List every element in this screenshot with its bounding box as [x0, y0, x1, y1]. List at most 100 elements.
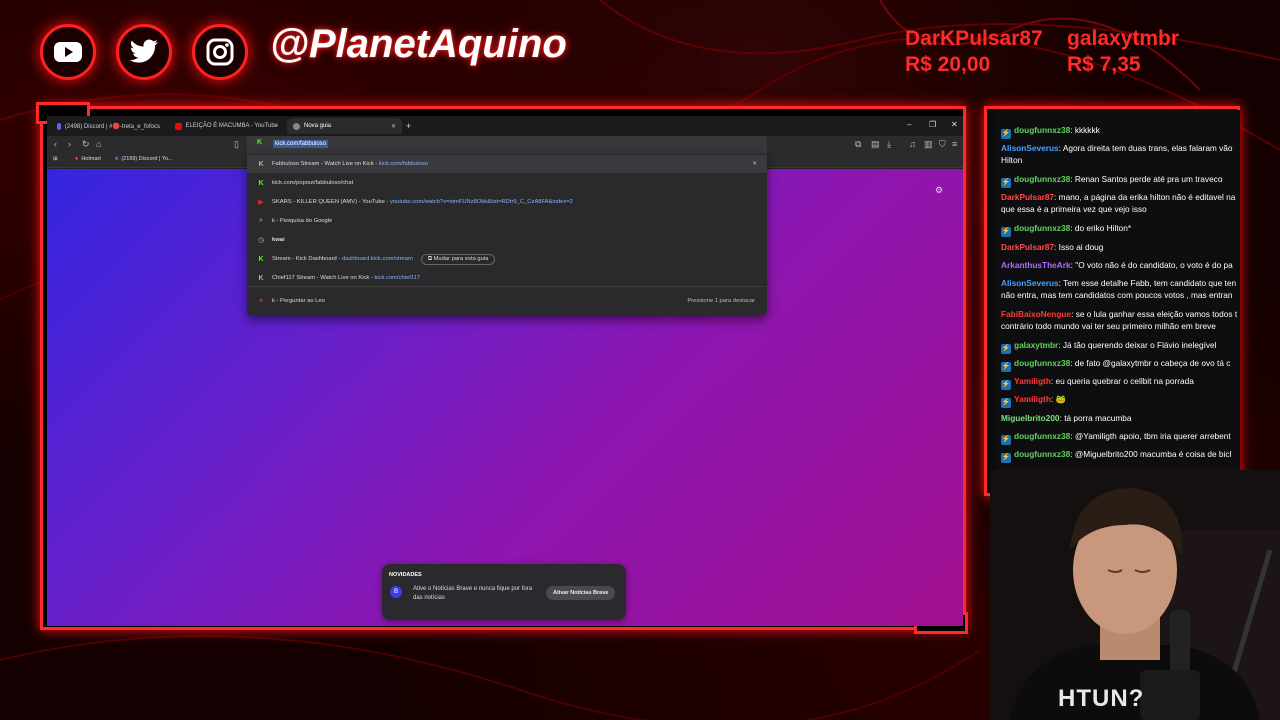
bookmark-discord[interactable]: ■ (2199) Discord | Yo...: [115, 156, 173, 162]
bookmark-label: (2199) Discord | Yo...: [121, 156, 173, 162]
chat-text: contrário todo mundo vai ter seu primeir…: [1001, 321, 1216, 331]
suggestion-url: dashboard.kick.com/stream: [341, 255, 413, 262]
media-icon[interactable]: ♫: [909, 139, 916, 149]
minimize-icon[interactable]: –: [907, 120, 911, 129]
chat-text: mano, a página da erika hilton não é edi…: [1058, 192, 1236, 202]
bookmark-icon[interactable]: ▯: [234, 139, 239, 150]
menu-icon[interactable]: ≡: [952, 139, 957, 149]
tab-discord[interactable]: (2498) Discord | #🔴-treta_e_fofocs: [51, 118, 166, 134]
divider: [247, 286, 767, 287]
enable-news-button[interactable]: Ativar Notícias Brave: [546, 586, 616, 600]
chat-message: DarkPulsar87: mano, a página da erika hi…: [1001, 192, 1236, 214]
chat-username[interactable]: dougfunnxz38: [1014, 125, 1070, 135]
chat-message: ⚡ dougfunnxz38: @Miguelbrito200 macumba é…: [1001, 449, 1232, 463]
settings-gear-icon[interactable]: ⚙: [935, 185, 943, 196]
chat-username[interactable]: Yamiligth: [1014, 376, 1051, 386]
chat-message: AlisonSeverus: Tem esse detalhe Fabb, te…: [1001, 278, 1237, 300]
chat-username[interactable]: FabiBaixoNengue: [1001, 309, 1071, 319]
donor-name: DarKPulsar87: [905, 27, 1043, 50]
kick-icon: K: [258, 255, 264, 263]
chat-text: tá porra macumba: [1064, 413, 1132, 423]
suggestion-item[interactable]: K Fabbuloso Stream - Watch Live on Kick …: [247, 155, 767, 173]
restore-icon[interactable]: ❐: [929, 120, 936, 129]
suggestion-item[interactable]: K Chief117 Stream - Watch Live on Kick -…: [247, 269, 767, 287]
chat-text: se o lula ganhar essa eleição vamos todo…: [1075, 309, 1238, 319]
suggestion-item[interactable]: ▶ SKARS - KILLER QUEEN (AMV) - YouTube -…: [247, 193, 767, 211]
chat-username[interactable]: DarkPulsar87: [1001, 242, 1054, 252]
ask-leo-item[interactable]: ✧ k - Perguntar ao Leo Pressione 1 para …: [247, 292, 767, 310]
close-tab-icon[interactable]: ✕: [391, 123, 396, 130]
brave-news-card: NOVIDADES B Ative o Notícias Brave e nun…: [382, 564, 626, 620]
suggestion-url: youtube.com/watch?v=xtmFUNz8Okk&list=RDt…: [390, 199, 573, 205]
hotmart-icon: ●: [75, 156, 79, 162]
switch-to-tab-button[interactable]: ⧉ Mudar para esta guia: [420, 253, 496, 265]
suggestion-url: kick.com/chief117: [374, 275, 421, 281]
chat-username[interactable]: dougfunnxz38: [1014, 223, 1070, 233]
switch-tab-icon: ⧉: [427, 255, 432, 262]
chat-text: eu queria quebrar o cellbit na porrada: [1055, 376, 1194, 386]
shield-icon[interactable]: ⛉: [939, 139, 946, 150]
chat-username[interactable]: dougfunnxz38: [1014, 358, 1070, 368]
chat-username[interactable]: Miguelbrito200: [1001, 413, 1060, 423]
suggestion-item[interactable]: ⌕ k - Pesquisa do Google: [247, 212, 767, 230]
kick-icon: K: [257, 139, 263, 146]
switch-tab-label: Mudar para esta guia: [433, 255, 489, 262]
new-tab-button[interactable]: +: [403, 118, 417, 134]
forward-icon[interactable]: ›: [68, 139, 71, 149]
chat-panel: ⚡ dougfunnxz38: kkkkkk AlisonSeverus: Ago…: [996, 110, 1240, 494]
leo-icon: ✧: [258, 298, 264, 305]
suggestion-item[interactable]: ◷ kwai: [247, 231, 767, 249]
bookmark-hotmart[interactable]: ● Hotmart: [75, 156, 101, 162]
kick-icon: K: [258, 160, 264, 168]
chat-text: "O voto não é do candidato, o voto é do …: [1075, 260, 1233, 270]
extensions-icon[interactable]: ⧉: [855, 139, 861, 150]
kick-icon: K: [258, 274, 264, 282]
chat-username[interactable]: AlisonSeverus: [1001, 143, 1059, 153]
chat-username[interactable]: DarkPulsar87: [1001, 192, 1054, 202]
tab-youtube[interactable]: ELEIÇÃO É MACUMBA - YouTube: [169, 118, 284, 134]
brave-icon: [293, 122, 300, 130]
frog-emote-icon: 🐸: [1055, 394, 1066, 404]
reload-icon[interactable]: ↻: [82, 139, 90, 150]
chat-text: Agora direita tem duas trans, elas falar…: [1062, 143, 1233, 153]
close-window-icon[interactable]: ✕: [951, 120, 958, 129]
sidebar-icon[interactable]: ▥: [924, 139, 933, 150]
tab-new[interactable]: Nova guia ✕: [287, 118, 402, 134]
download-icon[interactable]: ⤓: [887, 139, 891, 150]
chat-username[interactable]: AlisonSeverus: [1001, 278, 1059, 288]
chat-badge-icon: ⚡: [1001, 344, 1011, 354]
chat-username[interactable]: dougfunnxz38: [1014, 449, 1070, 459]
remove-suggestion-icon[interactable]: ✕: [752, 161, 757, 167]
chat-username[interactable]: dougfunnxz38: [1014, 174, 1070, 184]
chat-message: ⚡ dougfunnxz38: do eriko Hilton*: [1001, 223, 1132, 237]
ask-leo-label: k - Perguntar ao Leo: [272, 298, 325, 304]
suggestion-url: kick.com/fabbuloso: [378, 161, 429, 167]
chat-username[interactable]: Yamiligth: [1014, 394, 1051, 404]
address-text[interactable]: kick.com/fabbuloso: [273, 140, 329, 148]
chat-username[interactable]: dougfunnxz38: [1014, 431, 1070, 441]
suggestion-title: Fabbuloso Stream - Watch Live on Kick: [272, 161, 374, 167]
shirt-print: HTUN?: [1058, 685, 1145, 712]
history-icon: ◷: [257, 237, 265, 244]
youtube-icon: [40, 24, 96, 80]
suggestion-item[interactable]: K Stream - Kick Dashboard - dashboard.ki…: [247, 250, 767, 268]
tab-strip: (2498) Discord | #🔴-treta_e_fofocs ELEIÇ…: [47, 116, 963, 136]
twitter-icon: [116, 24, 172, 80]
reading-list-icon[interactable]: ▤: [871, 139, 880, 150]
home-icon[interactable]: ⌂: [96, 139, 101, 149]
chat-text: do eriko Hilton*: [1074, 223, 1132, 233]
address-bar[interactable]: K kick.com/fabbuloso: [247, 136, 767, 154]
chat-message: ⚡ dougfunnxz38: kkkkkk: [1001, 125, 1100, 139]
browser-window: (2498) Discord | #🔴-treta_e_fofocs ELEIÇ…: [47, 116, 963, 626]
suggestion-title: kick.com/popout/fabbuloso/chat: [272, 180, 354, 186]
back-icon[interactable]: ‹: [54, 139, 57, 149]
discord-icon: ■: [115, 156, 119, 162]
suggestion-item[interactable]: K kick.com/popout/fabbuloso/chat: [247, 174, 767, 192]
webcam-feed: HTUN?: [990, 470, 1280, 720]
apps-icon[interactable]: ⊞: [53, 156, 58, 162]
chat-message: ⚡ dougfunnxz38: Renan Santos perde até pr…: [1001, 174, 1223, 188]
chat-username[interactable]: ArkanthusTheArk: [1001, 260, 1071, 270]
chat-username[interactable]: galaxytmbr: [1014, 340, 1058, 350]
chat-badge-icon: ⚡: [1001, 453, 1011, 463]
donation-entry: galaxytmbr R$ 7,35: [1067, 26, 1179, 78]
